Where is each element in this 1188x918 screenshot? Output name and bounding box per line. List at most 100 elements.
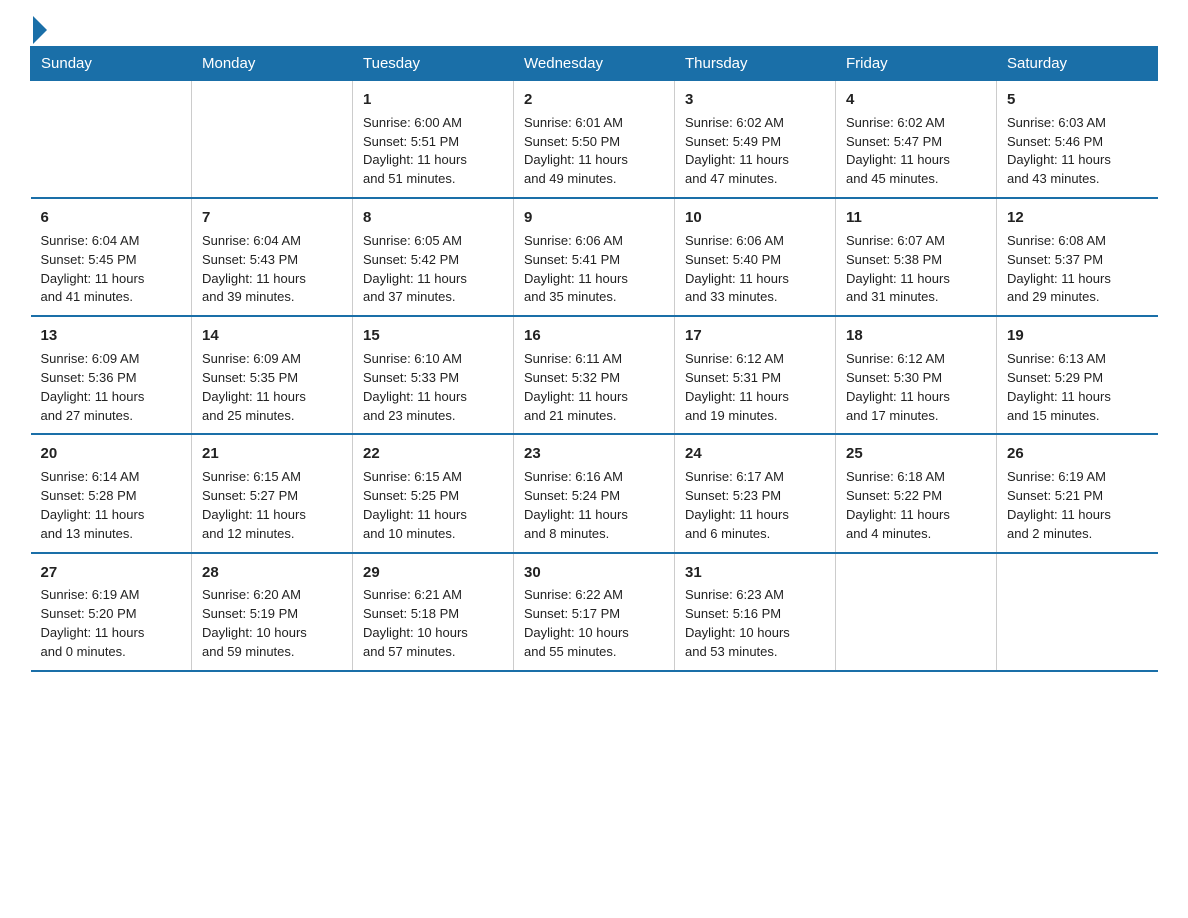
day-number: 31 <box>685 562 825 584</box>
day-number: 21 <box>202 443 342 465</box>
calendar-cell: 17 Sunrise: 6:12 AM Sunset: 5:31 PM Dayli… <box>675 316 836 434</box>
day-info: Sunrise: 6:08 AM Sunset: 5:37 PM Dayligh… <box>1007 232 1148 307</box>
calendar-cell: 20 Sunrise: 6:14 AM Sunset: 5:28 PM Dayli… <box>31 434 192 552</box>
day-info: Sunrise: 6:19 AM Sunset: 5:20 PM Dayligh… <box>41 586 182 661</box>
day-number: 18 <box>846 325 986 347</box>
day-info: Sunrise: 6:16 AM Sunset: 5:24 PM Dayligh… <box>524 468 664 543</box>
calendar-cell: 28Sunrise: 6:20 AM Sunset: 5:19 PM Dayli… <box>192 553 353 671</box>
day-info: Sunrise: 6:22 AM Sunset: 5:17 PM Dayligh… <box>524 586 664 661</box>
day-number: 19 <box>1007 325 1148 347</box>
calendar-table: SundayMondayTuesdayWednesdayThursdayFrid… <box>30 46 1158 672</box>
day-info: Sunrise: 6:06 AM Sunset: 5:40 PM Dayligh… <box>685 232 825 307</box>
calendar-cell: 19 Sunrise: 6:13 AM Sunset: 5:29 PM Dayli… <box>997 316 1158 434</box>
calendar-cell: 5 Sunrise: 6:03 AM Sunset: 5:46 PM Daylig… <box>997 81 1158 199</box>
day-number: 1 <box>363 89 503 111</box>
day-number: 23 <box>524 443 664 465</box>
calendar-cell: 16 Sunrise: 6:11 AM Sunset: 5:32 PM Dayli… <box>514 316 675 434</box>
calendar-week-row: 1 Sunrise: 6:00 AM Sunset: 5:51 PM Daylig… <box>31 81 1158 199</box>
calendar-week-row: 6 Sunrise: 6:04 AM Sunset: 5:45 PM Daylig… <box>31 198 1158 316</box>
day-info: Sunrise: 6:21 AM Sunset: 5:18 PM Dayligh… <box>363 586 503 661</box>
calendar-week-row: 27Sunrise: 6:19 AM Sunset: 5:20 PM Dayli… <box>31 553 1158 671</box>
day-number: 20 <box>41 443 182 465</box>
day-number: 3 <box>685 89 825 111</box>
day-number: 5 <box>1007 89 1148 111</box>
calendar-cell: 11 Sunrise: 6:07 AM Sunset: 5:38 PM Dayli… <box>836 198 997 316</box>
calendar-cell: 8Sunrise: 6:05 AM Sunset: 5:42 PM Daylig… <box>353 198 514 316</box>
day-info: Sunrise: 6:14 AM Sunset: 5:28 PM Dayligh… <box>41 468 182 543</box>
calendar-cell: 12 Sunrise: 6:08 AM Sunset: 5:37 PM Dayli… <box>997 198 1158 316</box>
calendar-header-row: SundayMondayTuesdayWednesdayThursdayFrid… <box>31 47 1158 81</box>
calendar-cell: 14 Sunrise: 6:09 AM Sunset: 5:35 PM Dayli… <box>192 316 353 434</box>
calendar-cell: 22Sunrise: 6:15 AM Sunset: 5:25 PM Dayli… <box>353 434 514 552</box>
day-info: Sunrise: 6:06 AM Sunset: 5:41 PM Dayligh… <box>524 232 664 307</box>
calendar-cell <box>192 81 353 199</box>
header-saturday: Saturday <box>997 47 1158 81</box>
day-number: 17 <box>685 325 825 347</box>
day-info: Sunrise: 6:15 AM Sunset: 5:25 PM Dayligh… <box>363 468 503 543</box>
day-info: Sunrise: 6:15 AM Sunset: 5:27 PM Dayligh… <box>202 468 342 543</box>
calendar-cell: 1 Sunrise: 6:00 AM Sunset: 5:51 PM Daylig… <box>353 81 514 199</box>
calendar-cell <box>31 81 192 199</box>
calendar-cell: 29Sunrise: 6:21 AM Sunset: 5:18 PM Dayli… <box>353 553 514 671</box>
day-number: 12 <box>1007 207 1148 229</box>
day-info: Sunrise: 6:02 AM Sunset: 5:47 PM Dayligh… <box>846 114 986 189</box>
calendar-cell: 3 Sunrise: 6:02 AM Sunset: 5:49 PM Daylig… <box>675 81 836 199</box>
day-info: Sunrise: 6:12 AM Sunset: 5:31 PM Dayligh… <box>685 350 825 425</box>
calendar-cell: 27Sunrise: 6:19 AM Sunset: 5:20 PM Dayli… <box>31 553 192 671</box>
day-number: 28 <box>202 562 342 584</box>
day-number: 11 <box>846 207 986 229</box>
day-info: Sunrise: 6:02 AM Sunset: 5:49 PM Dayligh… <box>685 114 825 189</box>
day-number: 30 <box>524 562 664 584</box>
calendar-cell: 30Sunrise: 6:22 AM Sunset: 5:17 PM Dayli… <box>514 553 675 671</box>
day-info: Sunrise: 6:10 AM Sunset: 5:33 PM Dayligh… <box>363 350 503 425</box>
day-info: Sunrise: 6:13 AM Sunset: 5:29 PM Dayligh… <box>1007 350 1148 425</box>
day-number: 7 <box>202 207 342 229</box>
calendar-cell <box>997 553 1158 671</box>
calendar-cell: 23 Sunrise: 6:16 AM Sunset: 5:24 PM Dayli… <box>514 434 675 552</box>
calendar-cell: 18 Sunrise: 6:12 AM Sunset: 5:30 PM Dayli… <box>836 316 997 434</box>
day-number: 6 <box>41 207 182 229</box>
calendar-cell: 26Sunrise: 6:19 AM Sunset: 5:21 PM Dayli… <box>997 434 1158 552</box>
calendar-cell <box>836 553 997 671</box>
calendar-cell: 2 Sunrise: 6:01 AM Sunset: 5:50 PM Daylig… <box>514 81 675 199</box>
header-monday: Monday <box>192 47 353 81</box>
day-number: 16 <box>524 325 664 347</box>
day-info: Sunrise: 6:18 AM Sunset: 5:22 PM Dayligh… <box>846 468 986 543</box>
day-info: Sunrise: 6:04 AM Sunset: 5:45 PM Dayligh… <box>41 232 182 307</box>
day-number: 2 <box>524 89 664 111</box>
calendar-cell: 9 Sunrise: 6:06 AM Sunset: 5:41 PM Daylig… <box>514 198 675 316</box>
day-number: 13 <box>41 325 182 347</box>
day-info: Sunrise: 6:05 AM Sunset: 5:42 PM Dayligh… <box>363 232 503 307</box>
calendar-week-row: 20 Sunrise: 6:14 AM Sunset: 5:28 PM Dayli… <box>31 434 1158 552</box>
day-info: Sunrise: 6:20 AM Sunset: 5:19 PM Dayligh… <box>202 586 342 661</box>
calendar-cell: 4 Sunrise: 6:02 AM Sunset: 5:47 PM Daylig… <box>836 81 997 199</box>
day-number: 29 <box>363 562 503 584</box>
day-number: 4 <box>846 89 986 111</box>
header-thursday: Thursday <box>675 47 836 81</box>
calendar-cell: 25 Sunrise: 6:18 AM Sunset: 5:22 PM Dayli… <box>836 434 997 552</box>
day-info: Sunrise: 6:00 AM Sunset: 5:51 PM Dayligh… <box>363 114 503 189</box>
day-info: Sunrise: 6:12 AM Sunset: 5:30 PM Dayligh… <box>846 350 986 425</box>
day-number: 14 <box>202 325 342 347</box>
header-wednesday: Wednesday <box>514 47 675 81</box>
day-info: Sunrise: 6:11 AM Sunset: 5:32 PM Dayligh… <box>524 350 664 425</box>
logo <box>30 20 47 36</box>
day-number: 15 <box>363 325 503 347</box>
day-info: Sunrise: 6:19 AM Sunset: 5:21 PM Dayligh… <box>1007 468 1148 543</box>
day-info: Sunrise: 6:03 AM Sunset: 5:46 PM Dayligh… <box>1007 114 1148 189</box>
calendar-cell: 24 Sunrise: 6:17 AM Sunset: 5:23 PM Dayli… <box>675 434 836 552</box>
day-info: Sunrise: 6:09 AM Sunset: 5:35 PM Dayligh… <box>202 350 342 425</box>
calendar-cell: 13Sunrise: 6:09 AM Sunset: 5:36 PM Dayli… <box>31 316 192 434</box>
day-info: Sunrise: 6:17 AM Sunset: 5:23 PM Dayligh… <box>685 468 825 543</box>
calendar-week-row: 13Sunrise: 6:09 AM Sunset: 5:36 PM Dayli… <box>31 316 1158 434</box>
day-info: Sunrise: 6:07 AM Sunset: 5:38 PM Dayligh… <box>846 232 986 307</box>
day-number: 24 <box>685 443 825 465</box>
calendar-cell: 31Sunrise: 6:23 AM Sunset: 5:16 PM Dayli… <box>675 553 836 671</box>
logo-arrow-icon <box>33 16 47 44</box>
day-number: 10 <box>685 207 825 229</box>
day-info: Sunrise: 6:01 AM Sunset: 5:50 PM Dayligh… <box>524 114 664 189</box>
day-number: 25 <box>846 443 986 465</box>
day-number: 9 <box>524 207 664 229</box>
day-info: Sunrise: 6:04 AM Sunset: 5:43 PM Dayligh… <box>202 232 342 307</box>
header-tuesday: Tuesday <box>353 47 514 81</box>
